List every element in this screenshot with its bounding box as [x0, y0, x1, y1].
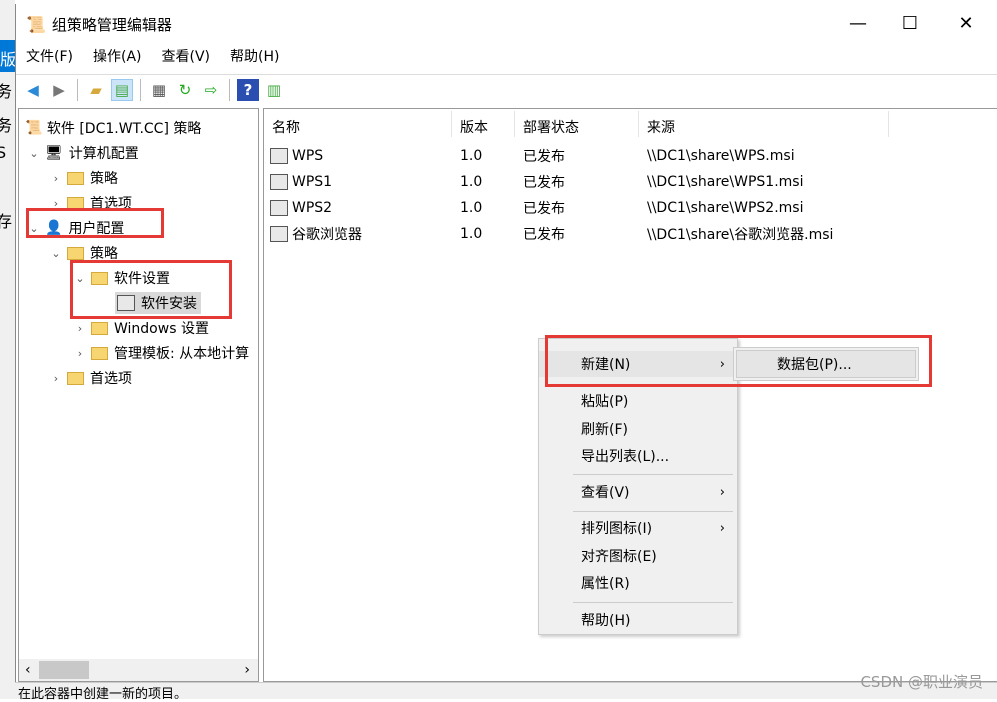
cell: \\DC1\share\WPS2.msi [647, 200, 804, 216]
tree-computer-config[interactable]: ⌄ 🖥 计算机配置 [27, 142, 138, 164]
cell: WPS2 [292, 200, 333, 216]
cell: 已发布 [523, 149, 565, 165]
cell: WPS [292, 148, 324, 164]
maximize-button[interactable]: ☐ [887, 4, 933, 42]
scroll-right-icon[interactable]: › [244, 662, 250, 678]
up-folder-icon[interactable]: ▰ [85, 79, 107, 101]
chevron-right-icon: › [719, 520, 725, 536]
cell: \\DC1\share\WPS.msi [647, 148, 795, 164]
bg-fragment: S [0, 143, 7, 162]
highlight-box [545, 335, 932, 387]
cell: \\DC1\share\WPS1.msi [647, 174, 804, 190]
tree-computer-policy[interactable]: › 策略 [49, 167, 118, 189]
menu-bar: 文件(F) 操作(A) 查看(V) 帮助(H) [16, 46, 289, 70]
package-icon [270, 148, 288, 164]
minimize-button[interactable]: — [835, 4, 881, 42]
folder-icon [91, 321, 108, 335]
horizontal-scrollbar[interactable]: ‹ › [19, 659, 258, 681]
chevron-right-icon: › [719, 484, 725, 500]
toolbar: ◀ ▶ ▰ ▤ ▦ ↻ ⇨ ? ▥ [16, 74, 997, 104]
menu-item-arrange-icons[interactable]: 排列图标(I) › [539, 515, 737, 541]
background-window: 版 务 务 S 存 [0, 0, 15, 699]
table-row[interactable]: 谷歌浏览器 1.0 已发布 \\DC1\share\谷歌浏览器.msi [264, 221, 939, 247]
close-button[interactable]: ✕ [943, 4, 989, 42]
bg-fragment: 存 [0, 212, 13, 231]
package-icon [270, 174, 288, 190]
menu-help[interactable]: 帮助(H) [220, 46, 289, 70]
menu-action[interactable]: 操作(A) [83, 46, 152, 70]
scroll-icon: 📜 [26, 14, 46, 34]
scroll-icon: 📜 [25, 120, 43, 136]
bg-fragment: 务 [0, 82, 13, 101]
cell: \\DC1\share\谷歌浏览器.msi [647, 227, 834, 243]
bg-fragment: 版 [0, 40, 15, 72]
show-hide-tree-icon[interactable]: ▤ [111, 78, 133, 101]
table-row[interactable]: WPS1 1.0 已发布 \\DC1\share\WPS1.msi [264, 169, 939, 195]
cell: 谷歌浏览器 [292, 227, 362, 243]
menu-item-properties[interactable]: 属性(R) [539, 570, 737, 596]
cell: 已发布 [523, 175, 565, 191]
bg-fragment: 务 [0, 116, 13, 135]
window-title: 组策略管理编辑器 [51, 15, 172, 34]
folder-icon [91, 346, 108, 360]
folder-icon [67, 171, 84, 185]
scroll-left-icon[interactable]: ‹ [25, 662, 31, 678]
properties-icon[interactable]: ▦ [148, 79, 170, 101]
help-icon[interactable]: ? [237, 78, 259, 101]
column-version[interactable]: 版本 [452, 111, 515, 137]
package-icon [270, 200, 288, 216]
cell: 已发布 [523, 201, 565, 217]
menu-item-export-list[interactable]: 导出列表(L)... [539, 443, 737, 469]
menu-file[interactable]: 文件(F) [16, 46, 83, 70]
tree-user-preferences[interactable]: › 首选项 [49, 367, 132, 389]
table-row[interactable]: WPS2 1.0 已发布 \\DC1\share\WPS2.msi [264, 195, 939, 221]
tree-windows-settings[interactable]: › Windows 设置 [73, 317, 209, 339]
menu-item-paste[interactable]: 粘贴(P) [539, 388, 737, 414]
tree-pane: 📜 软件 [DC1.WT.CC] 策略 ⌄ 🖥 计算机配置 › 策略 › 首选项 ⌄ 👤 用… [18, 108, 259, 682]
title-bar: 📜 组策略管理编辑器 — ☐ ✕ [16, 4, 997, 44]
menu-item-view[interactable]: 查看(V) › [539, 479, 737, 505]
cell: 1.0 [460, 174, 483, 190]
column-deploy-state[interactable]: 部署状态 [515, 111, 639, 137]
cell: 1.0 [460, 148, 483, 164]
tree-root[interactable]: 📜 软件 [DC1.WT.CC] 策略 [25, 117, 201, 139]
refresh-icon[interactable]: ↻ [174, 79, 196, 101]
column-name[interactable]: 名称 [264, 111, 452, 137]
folder-icon [67, 246, 84, 260]
highlight-box [26, 208, 164, 238]
cell: 已发布 [523, 227, 565, 243]
cell: 1.0 [460, 200, 483, 216]
forward-icon[interactable]: ▶ [48, 79, 70, 101]
package-icon [270, 226, 288, 242]
show-action-pane-icon[interactable]: ▥ [263, 79, 285, 101]
menu-item-refresh[interactable]: 刷新(F) [539, 416, 737, 442]
menu-item-align-icons[interactable]: 对齐图标(E) [539, 543, 737, 569]
back-icon[interactable]: ◀ [22, 79, 44, 101]
status-bar: 在此容器中创建一新的项目。 [15, 682, 997, 702]
menu-view[interactable]: 查看(V) [152, 46, 221, 70]
folder-icon [67, 371, 84, 385]
menu-item-help[interactable]: 帮助(H) [539, 607, 737, 633]
cell: WPS1 [292, 174, 333, 190]
list-header: 名称 版本 部署状态 来源 [264, 111, 997, 137]
column-source[interactable]: 来源 [639, 111, 889, 137]
cell: 1.0 [460, 226, 483, 242]
table-row[interactable]: WPS 1.0 已发布 \\DC1\share\WPS.msi [264, 143, 939, 169]
highlight-box [70, 260, 232, 319]
computer-icon: 🖥 [45, 145, 63, 161]
export-list-icon[interactable]: ⇨ [200, 79, 222, 101]
tree-admin-templates[interactable]: › 管理模板: 从本地计算 [73, 342, 249, 364]
watermark: CSDN @职业演员 [860, 673, 983, 691]
